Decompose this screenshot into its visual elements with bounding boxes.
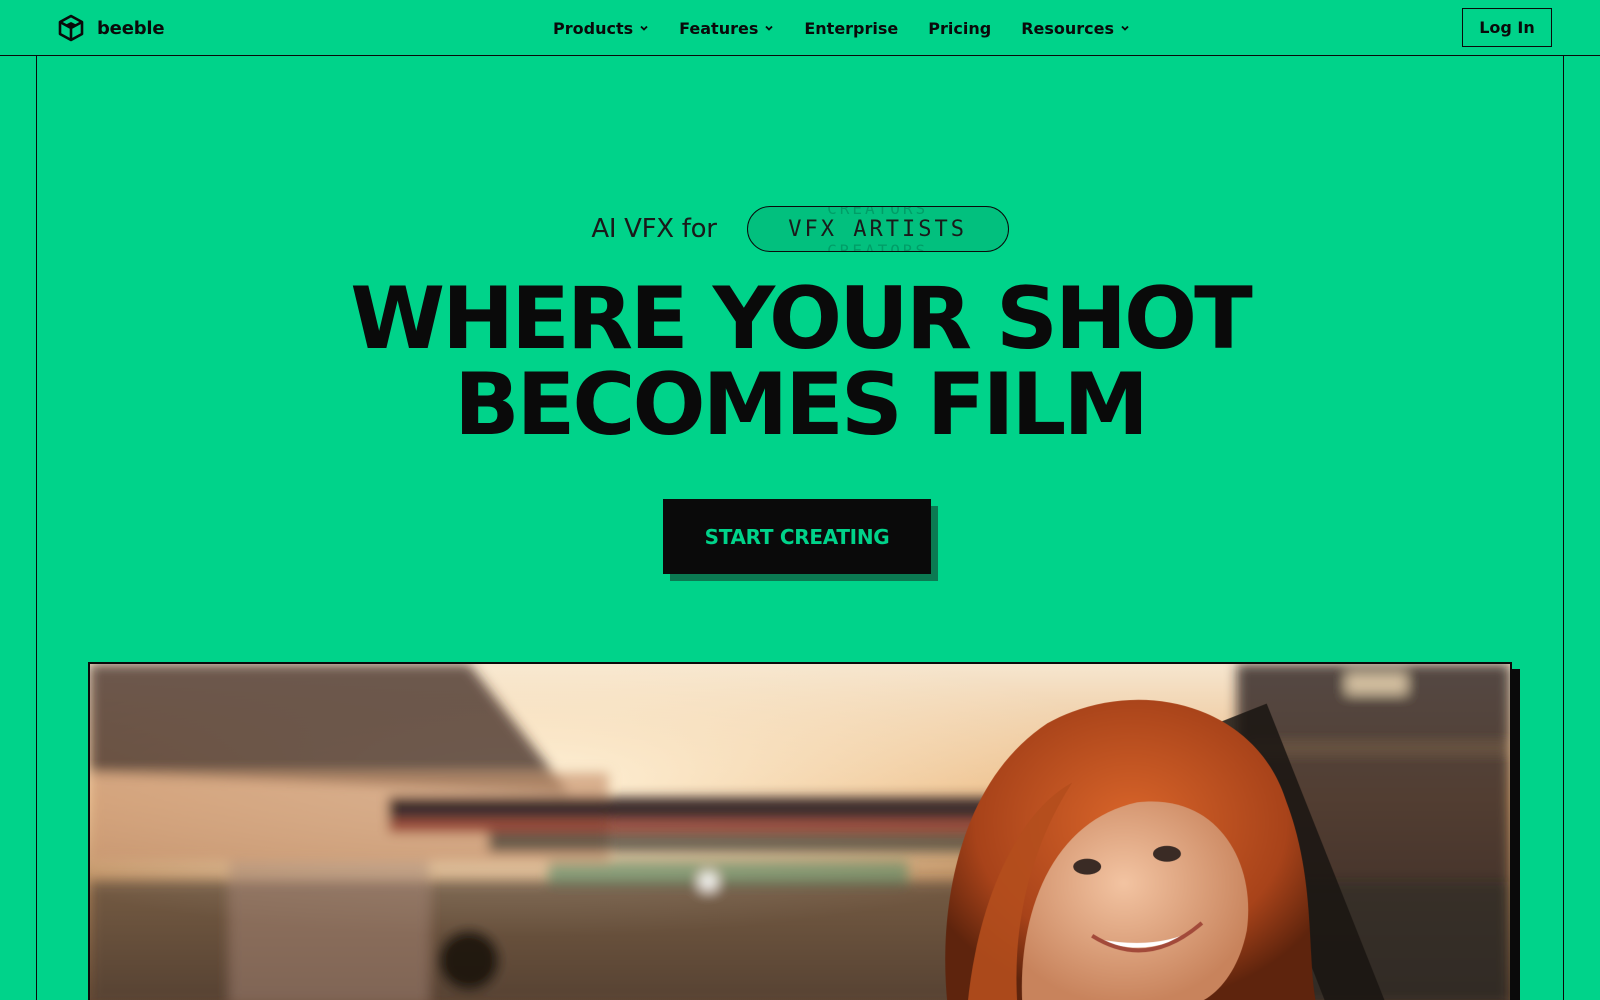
site-header: beeble Products Features Enterprise Pric… [0, 0, 1600, 56]
rotating-word-next: CREATORS [827, 241, 929, 252]
headline-line-2: BECOMES FILM [454, 355, 1149, 455]
cube-logo-icon [58, 14, 84, 42]
nav-item-products[interactable]: Products [553, 19, 649, 38]
login-button[interactable]: Log In [1462, 8, 1552, 47]
start-creating-button[interactable]: START CREATING [663, 499, 931, 574]
brand-logo[interactable]: beeble [57, 14, 165, 42]
eyebrow-text: AI VFX for [591, 214, 717, 244]
frame-line-right [1563, 55, 1564, 1000]
hero-headline: WHERE YOUR SHOT BECOMES FILM [0, 276, 1600, 448]
frame-line-left [36, 55, 37, 1000]
chevron-down-icon [765, 25, 773, 31]
chevron-down-icon [1121, 25, 1129, 31]
page: beeble Products Features Enterprise Pric… [0, 0, 1600, 1000]
cta-wrapper: START CREATING [663, 499, 938, 581]
nav-item-resources[interactable]: Resources [1021, 19, 1130, 38]
nav-item-enterprise[interactable]: Enterprise [804, 19, 898, 38]
nav-item-pricing[interactable]: Pricing [928, 19, 991, 38]
nav-item-features[interactable]: Features [679, 19, 774, 38]
chevron-down-icon [640, 25, 648, 31]
rotating-word-previous: CREATORS [827, 206, 929, 218]
brand-name: beeble [97, 17, 165, 39]
nav-label: Pricing [928, 18, 992, 38]
headline-line-1: WHERE YOUR SHOT [350, 269, 1253, 369]
nav-label: Features [679, 18, 759, 38]
hero-image-frame [88, 662, 1512, 1000]
nav-label: Products [553, 18, 634, 38]
hero-eyebrow: AI VFX for CREATORS VFX ARTISTS CREATORS [0, 206, 1600, 252]
main-nav: Products Features Enterprise Pricing Res… [553, 0, 1130, 56]
hero-image-pit-lane-portrait [90, 664, 1510, 1000]
nav-label: Resources [1021, 18, 1115, 38]
rotating-word-pill: CREATORS VFX ARTISTS CREATORS [746, 206, 1009, 252]
rotating-word-current: VFX ARTISTS [788, 216, 967, 242]
nav-label: Enterprise [804, 18, 899, 38]
